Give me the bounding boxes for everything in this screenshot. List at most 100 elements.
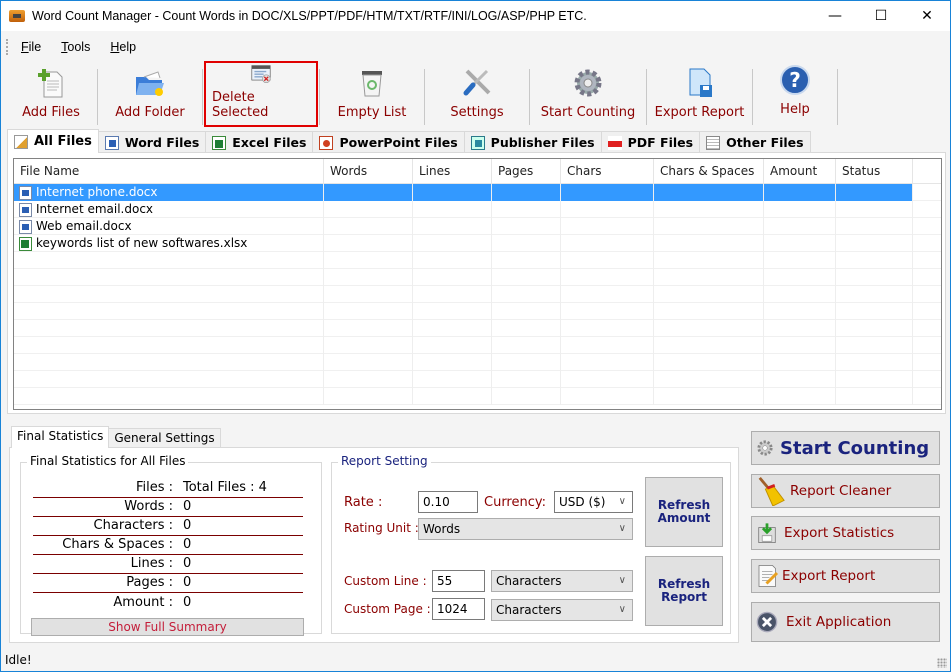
excel-file-icon xyxy=(212,135,227,150)
recycle-bin-icon xyxy=(362,71,382,97)
export-statistics-icon xyxy=(758,523,776,543)
column-status[interactable]: Status xyxy=(836,159,913,183)
minimize-button[interactable]: — xyxy=(812,1,858,31)
menu-file[interactable]: File xyxy=(20,40,42,54)
tab-general-settings[interactable]: General Settings xyxy=(108,428,221,448)
export-report-button[interactable]: Export Report xyxy=(751,559,940,593)
custom-line-unit-select[interactable]: Characters ∨ xyxy=(491,570,633,592)
excel-file-icon xyxy=(19,236,32,251)
file-list[interactable]: File Name Words Lines Pages Chars Chars … xyxy=(13,158,942,410)
chevron-down-icon: ∨ xyxy=(618,523,626,534)
toolbar-separator xyxy=(202,69,203,125)
table-row[interactable]: Internet phone.docx xyxy=(14,184,941,201)
tab-excel-files[interactable]: Excel Files xyxy=(205,131,314,153)
column-chars-spaces[interactable]: Chars & Spaces xyxy=(654,159,764,183)
tab-word-files[interactable]: Word Files xyxy=(97,131,207,153)
stat-amount: Amount :0 xyxy=(113,595,192,610)
custom-page-unit-select[interactable]: Characters ∨ xyxy=(491,599,633,621)
stat-files: Files : Total Files : 4 xyxy=(33,479,303,498)
toolbar-separator xyxy=(837,69,838,125)
menu-tools[interactable]: Tools xyxy=(60,40,91,54)
empty-row xyxy=(14,286,941,303)
rate-input[interactable]: 0.10 xyxy=(418,491,478,513)
rating-unit-select[interactable]: Words ∨ xyxy=(418,518,633,540)
refresh-report-button[interactable]: Refresh Report xyxy=(645,556,723,626)
delete-selected-button[interactable]: Delete Selected xyxy=(204,61,318,127)
pdf-file-icon xyxy=(607,135,622,150)
app-window: Word Count Manager - Count Words in DOC/… xyxy=(0,0,951,672)
custom-page-input[interactable]: 1024 xyxy=(432,598,485,620)
edit-document-icon xyxy=(758,565,779,587)
resize-grip[interactable] xyxy=(937,658,947,668)
table-row[interactable]: keywords list of new softwares.xlsx xyxy=(14,235,941,252)
tab-other-files[interactable]: Other Files xyxy=(699,131,811,153)
empty-row xyxy=(14,252,941,269)
rating-unit-label: Rating Unit : xyxy=(344,521,419,535)
close-button[interactable]: ✕ xyxy=(904,1,950,31)
table-row[interactable]: Internet email.docx xyxy=(14,201,941,218)
help-icon: ? xyxy=(780,65,810,95)
maximize-button[interactable]: ☐ xyxy=(858,1,904,31)
add-files-icon xyxy=(38,69,63,98)
stat-pages: Pages :0 xyxy=(33,574,303,593)
export-report-toolbar-button[interactable]: Export Report xyxy=(647,63,752,125)
column-lines[interactable]: Lines xyxy=(413,159,492,183)
tab-all-files[interactable]: All Files xyxy=(7,129,99,153)
word-file-icon xyxy=(19,185,32,200)
menu-help[interactable]: Help xyxy=(109,40,137,54)
tab-pdf-files[interactable]: PDF Files xyxy=(600,131,701,153)
report-cleaner-button[interactable]: Report Cleaner xyxy=(751,474,940,508)
currency-select[interactable]: USD ($) ∨ xyxy=(554,491,633,513)
column-words[interactable]: Words xyxy=(324,159,413,183)
menu-grip xyxy=(6,39,9,55)
settings-button[interactable]: Settings xyxy=(425,63,529,125)
gear-icon xyxy=(574,69,602,97)
add-folder-icon xyxy=(136,71,164,96)
powerpoint-file-icon xyxy=(319,135,334,150)
word-file-icon xyxy=(104,135,119,150)
column-amount[interactable]: Amount xyxy=(764,159,836,183)
custom-line-label: Custom Line : xyxy=(344,574,427,588)
broom-icon xyxy=(758,476,785,506)
column-chars[interactable]: Chars xyxy=(561,159,654,183)
show-full-summary-button[interactable]: Show Full Summary xyxy=(31,618,304,636)
add-folder-button[interactable]: Add Folder xyxy=(98,63,202,125)
table-row[interactable]: Web email.docx xyxy=(14,218,941,235)
empty-list-button[interactable]: Empty List xyxy=(320,63,424,125)
exit-application-button[interactable]: Exit Application xyxy=(751,602,940,642)
stat-words: Words :0 xyxy=(33,498,303,517)
export-statistics-button[interactable]: Export Statistics xyxy=(751,516,940,550)
chevron-down-icon: ∨ xyxy=(618,604,626,615)
tab-final-statistics[interactable]: Final Statistics xyxy=(11,426,110,448)
empty-row xyxy=(14,269,941,286)
tab-powerpoint-files[interactable]: PowerPoint Files xyxy=(312,131,465,153)
help-button[interactable]: ? Help xyxy=(753,63,837,125)
empty-row xyxy=(14,354,941,371)
start-counting-toolbar-button[interactable]: Start Counting xyxy=(530,63,646,125)
tab-publisher-files[interactable]: Publisher Files xyxy=(463,131,602,153)
currency-label: Currency: xyxy=(484,495,547,510)
file-type-tabs: All Files Word Files Excel Files PowerPo… xyxy=(7,129,811,153)
refresh-amount-button[interactable]: Refresh Amount xyxy=(645,477,723,547)
custom-line-input[interactable]: 55 xyxy=(432,570,485,592)
empty-row xyxy=(14,303,941,320)
add-files-button[interactable]: Add Files xyxy=(5,63,97,125)
column-pages[interactable]: Pages xyxy=(492,159,561,183)
column-file-name[interactable]: File Name xyxy=(14,159,324,183)
start-counting-button[interactable]: Start Counting xyxy=(751,431,940,465)
statistics-panel: Final Statistics for All Files Files : To… xyxy=(9,447,739,643)
edit-icon xyxy=(14,134,28,149)
empty-row xyxy=(14,320,941,337)
title-bar: Word Count Manager - Count Words in DOC/… xyxy=(1,1,950,31)
empty-row xyxy=(14,371,941,388)
final-statistics-group: Final Statistics for All Files Files : To… xyxy=(20,454,322,636)
text-file-icon xyxy=(706,135,721,150)
bottom-tabs: Final Statistics General Settings xyxy=(11,426,221,448)
custom-page-label: Custom Page : xyxy=(344,602,431,616)
app-icon xyxy=(9,10,25,22)
list-header: File Name Words Lines Pages Chars Chars … xyxy=(14,159,941,184)
status-bar-text: Idle! xyxy=(5,653,32,667)
svg-text:?: ? xyxy=(789,68,801,92)
publisher-file-icon xyxy=(470,135,485,150)
chevron-down-icon: ∨ xyxy=(618,575,626,586)
